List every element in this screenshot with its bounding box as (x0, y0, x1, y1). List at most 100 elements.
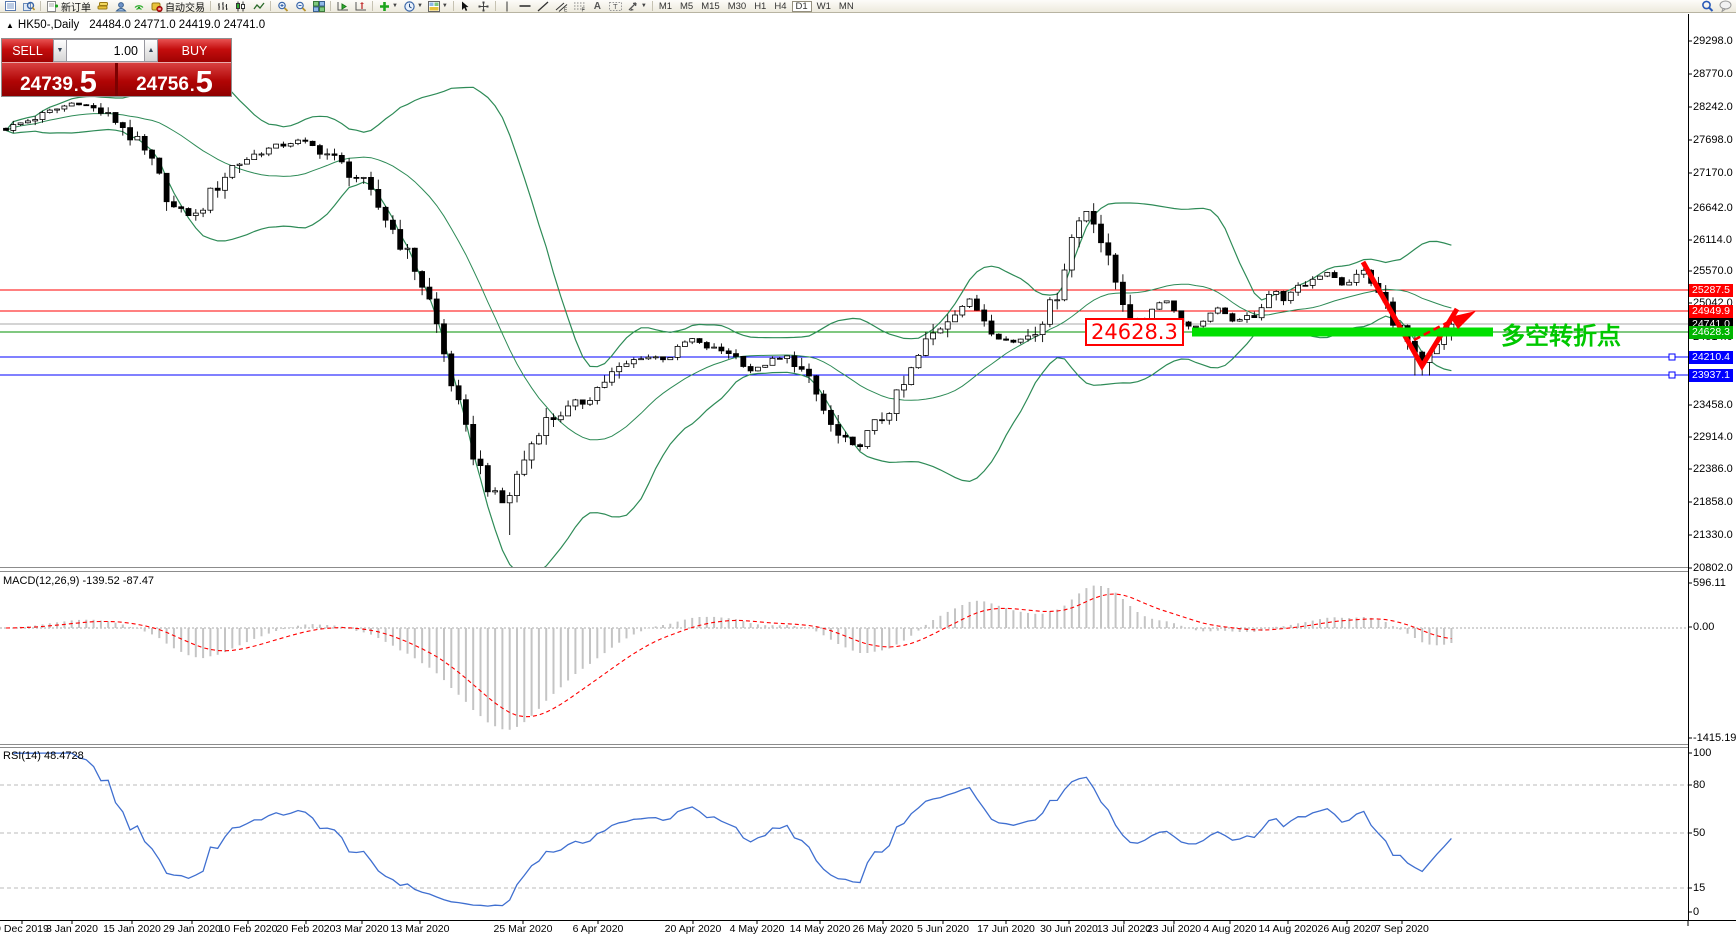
toolbar-separator (495, 1, 496, 11)
auto-trading-icon (150, 0, 163, 12)
macd-pane (0, 586, 1688, 730)
trade-controls-row: SELL ▼ 1.00 ▲ BUY (2, 39, 231, 62)
toolbar-separator (652, 1, 653, 11)
equidistant-channel-icon[interactable]: E (553, 0, 570, 12)
indicators-button[interactable]: ▼ (376, 0, 400, 12)
symbol-period-label: HK50-,Daily (18, 19, 79, 31)
chevron-down-icon: ▼ (417, 3, 423, 9)
buy-button[interactable]: BUY (158, 39, 231, 62)
line-chart-icon[interactable] (250, 0, 267, 12)
history-center-icon[interactable] (94, 0, 111, 12)
toolbar-separator (210, 1, 211, 11)
arrows-button[interactable]: ▼ (625, 0, 649, 12)
macd-label: MACD(12,26,9) -139.52 -87.47 (3, 575, 154, 587)
panel-expand-icon[interactable]: ▲ (6, 21, 14, 30)
templates-button[interactable]: ▼ (426, 0, 450, 12)
new-order-label: 新订单 (61, 0, 91, 13)
rsi-line (13, 753, 1451, 906)
svg-text:F: F (581, 7, 585, 12)
macd-histogram (6, 586, 1451, 730)
indicators-add-icon (378, 0, 391, 12)
macd-value: -139.52 (82, 575, 119, 587)
horizontal-line-icon[interactable] (517, 0, 534, 12)
timeframe-m30[interactable]: M30 (725, 1, 749, 12)
svg-text:E: E (564, 7, 568, 12)
timeframe-d1[interactable]: D1 (792, 1, 812, 12)
bar-chart-icon[interactable] (214, 0, 231, 12)
fibonacci-icon[interactable]: F (571, 0, 588, 12)
timeframe-h4[interactable]: H4 (771, 1, 789, 12)
chart-title: ▲ HK50-,Daily 24484.0 24771.0 24419.0 2474… (6, 19, 265, 31)
auto-trading-button[interactable]: 自动交易 (148, 0, 207, 12)
sell-price-main: 24739 (20, 75, 73, 94)
toolbar-separator (330, 1, 331, 11)
sell-price-pip: 5 (80, 70, 97, 94)
turning-point-text[interactable]: 多空转折点 (1501, 316, 1621, 351)
chart-axes (0, 14, 1736, 926)
rsi-value: 48.4728 (44, 750, 84, 762)
toolbar-separator (453, 1, 454, 11)
macd-signal-value: -87.47 (123, 575, 154, 587)
tile-windows-icon[interactable] (310, 0, 327, 12)
timeframe-m15[interactable]: M15 (698, 1, 722, 12)
volume-input[interactable]: 1.00 (67, 39, 144, 62)
auto-scroll-icon[interactable] (334, 0, 351, 12)
toolbar: 新订单 自动交易 ▼ ▼ ▼ E F A T ▼ (0, 0, 1736, 13)
rsi-pane (0, 753, 1688, 906)
accounts-icon[interactable] (112, 0, 129, 12)
clock-icon (403, 0, 416, 12)
arrows-icon (627, 0, 640, 12)
chat-icon[interactable] (1717, 0, 1734, 12)
buy-price-dot: . (190, 77, 195, 94)
zoom-out-icon[interactable] (292, 0, 309, 12)
search-icon[interactable] (1699, 0, 1716, 12)
buy-price-main: 24756 (136, 75, 189, 94)
buy-price-pip: 5 (196, 70, 213, 94)
chevron-down-icon: ▼ (392, 3, 398, 9)
timeframe-mn[interactable]: MN (836, 1, 857, 12)
macd-signal-line (6, 594, 1451, 717)
volume-increase-button[interactable]: ▲ (144, 39, 158, 62)
vertical-line-icon[interactable] (499, 0, 516, 12)
timeframe-h1[interactable]: H1 (751, 1, 769, 12)
chevron-down-icon: ▼ (641, 3, 647, 9)
auto-trading-label: 自动交易 (165, 0, 205, 13)
periods-button[interactable]: ▼ (401, 0, 425, 12)
one-click-trading-panel: SELL ▼ 1.00 ▲ BUY 24739.5 24756.5 (1, 38, 232, 97)
level-price-annotation[interactable]: 24628.3 (1085, 318, 1184, 346)
toolbar-separator (40, 1, 41, 11)
mt4-window: 新订单 自动交易 ▼ ▼ ▼ E F A T ▼ (0, 0, 1736, 936)
trendline-icon[interactable] (535, 0, 552, 12)
text-icon[interactable]: A (589, 0, 606, 12)
timeframe-m5[interactable]: M5 (677, 1, 696, 12)
sell-button[interactable]: SELL (2, 39, 53, 62)
candlestick-chart-icon[interactable] (232, 0, 249, 12)
window-list-icon[interactable] (2, 0, 19, 12)
svg-text:T: T (613, 2, 618, 11)
text-label-icon[interactable]: T (607, 0, 624, 12)
toolbar-separator (270, 1, 271, 11)
chart-shift-icon[interactable] (352, 0, 369, 12)
sell-price-dot: . (74, 77, 79, 94)
red-zigzag-object[interactable] (1363, 262, 1457, 366)
sell-price[interactable]: 24739.5 (2, 63, 115, 96)
main-pane (0, 63, 1688, 575)
chart-canvas[interactable] (0, 0, 1736, 936)
market-watch-icon[interactable] (20, 0, 37, 12)
template-icon (428, 0, 441, 12)
ohlc-values: 24484.0 24771.0 24419.0 24741.0 (89, 19, 265, 31)
trade-prices-row: 24739.5 24756.5 (2, 62, 231, 96)
new-order-button[interactable]: 新订单 (44, 0, 93, 12)
signal-icon[interactable] (130, 0, 147, 12)
toolbar-separator (372, 1, 373, 11)
green-support-bar-object[interactable] (1192, 328, 1493, 337)
timeframe-m1[interactable]: M1 (656, 1, 675, 12)
cursor-icon[interactable] (457, 0, 474, 12)
crosshair-icon[interactable] (475, 0, 492, 12)
zoom-in-icon[interactable] (274, 0, 291, 12)
timeframe-w1[interactable]: W1 (814, 1, 834, 12)
chevron-down-icon: ▼ (442, 3, 448, 9)
new-order-icon (46, 0, 59, 12)
volume-decrease-button[interactable]: ▼ (53, 39, 67, 62)
buy-price[interactable]: 24756.5 (115, 63, 231, 96)
